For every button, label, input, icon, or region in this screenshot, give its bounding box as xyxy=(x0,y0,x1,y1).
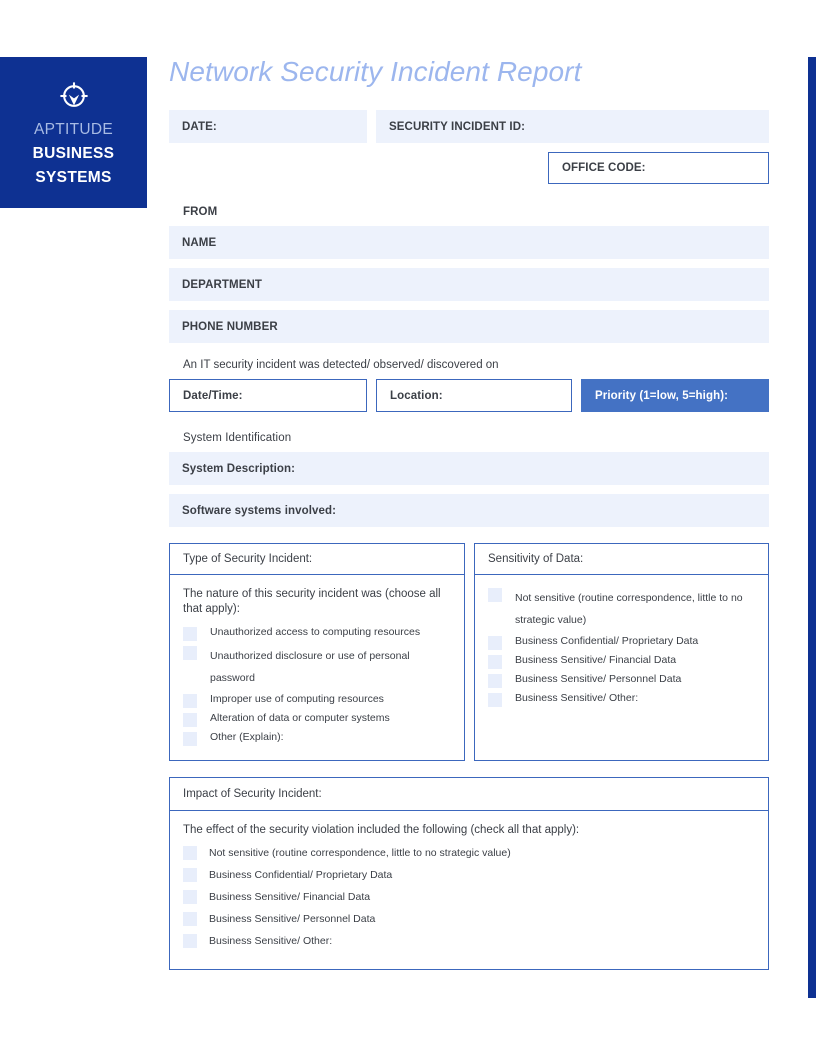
checkbox-icon[interactable] xyxy=(183,694,197,708)
checkbox-row[interactable]: Business Sensitive/ Financial Data xyxy=(183,889,755,906)
detection-row: Date/Time: Location: Priority (1=low, 5=… xyxy=(169,379,769,412)
checkbox-icon[interactable] xyxy=(183,890,197,904)
checkbox-row[interactable]: Not sensitive (routine correspondence, l… xyxy=(183,845,755,862)
department-field[interactable]: DEPARTMENT xyxy=(169,268,769,301)
checkbox-row[interactable]: Other (Explain): xyxy=(183,731,451,746)
detection-note: An IT security incident was detected/ ob… xyxy=(183,359,499,371)
priority-label: Priority (1=low, 5=high): xyxy=(595,389,729,402)
panel-row: Type of Security Incident: The nature of… xyxy=(169,543,769,761)
location-field[interactable]: Location: xyxy=(376,379,572,412)
brand-line-business: BUSINESS xyxy=(32,145,115,162)
checkbox-row[interactable]: Business Sensitive/ Other: xyxy=(488,692,755,707)
checkbox-label: Business Sensitive/ Personnel Data xyxy=(515,673,682,685)
type-panel-heading: Type of Security Incident: xyxy=(170,544,464,575)
impact-panel-options: Not sensitive (routine correspondence, l… xyxy=(183,845,755,950)
priority-field[interactable]: Priority (1=low, 5=high): xyxy=(581,379,769,412)
checkbox-label: Business Sensitive/ Other: xyxy=(209,935,333,947)
datetime-label: Date/Time: xyxy=(183,389,243,402)
checkbox-row[interactable]: Business Confidential/ Proprietary Data xyxy=(488,635,755,650)
sensitivity-panel-options: Not sensitive (routine correspondence, l… xyxy=(488,587,755,707)
checkbox-icon[interactable] xyxy=(488,636,502,650)
checkbox-row[interactable]: Not sensitive (routine correspondence, l… xyxy=(488,587,755,631)
checkbox-icon[interactable] xyxy=(183,912,197,926)
header-row-secondary: OFFICE CODE: xyxy=(169,152,769,184)
phone-number-label: PHONE NUMBER xyxy=(182,320,278,333)
checkbox-icon[interactable] xyxy=(183,846,197,860)
system-description-field[interactable]: System Description: xyxy=(169,452,769,485)
department-label: DEPARTMENT xyxy=(182,278,263,291)
checkbox-label: Not sensitive (routine correspondence, l… xyxy=(515,592,743,626)
type-panel-options: Unauthorized access to computing resourc… xyxy=(183,626,451,746)
checkbox-label: Other (Explain): xyxy=(210,731,284,743)
impact-of-security-incident-panel: Impact of Security Incident: The effect … xyxy=(169,777,769,970)
checkbox-label: Business Sensitive/ Other: xyxy=(515,692,639,704)
datetime-field[interactable]: Date/Time: xyxy=(169,379,367,412)
checkbox-icon[interactable] xyxy=(183,732,197,746)
checkbox-icon[interactable] xyxy=(183,868,197,882)
checkbox-icon[interactable] xyxy=(488,655,502,669)
date-field[interactable]: DATE: xyxy=(169,110,367,143)
page-title: Network Security Incident Report xyxy=(169,56,582,87)
checkbox-row[interactable]: Business Confidential/ Proprietary Data xyxy=(183,867,755,884)
checkbox-label: Business Confidential/ Proprietary Data xyxy=(209,869,393,881)
system-identification-heading: System Identification xyxy=(183,432,292,444)
brand-line-systems: SYSTEMS xyxy=(35,169,112,186)
checkbox-row[interactable]: Alteration of data or computer systems xyxy=(183,712,451,727)
checkbox-row[interactable]: Business Sensitive/ Financial Data xyxy=(488,654,755,669)
checkbox-row[interactable]: Business Sensitive/ Other: xyxy=(183,933,755,950)
checkbox-label: Business Sensitive/ Personnel Data xyxy=(209,913,376,925)
checkbox-icon[interactable] xyxy=(488,674,502,688)
checkbox-icon[interactable] xyxy=(183,713,197,727)
checkbox-icon[interactable] xyxy=(488,693,502,707)
document-body: Network Security Incident Report DATE: S… xyxy=(169,55,769,970)
type-of-security-incident-panel: Type of Security Incident: The nature of… xyxy=(169,543,465,761)
office-code-field[interactable]: OFFICE CODE: xyxy=(548,152,769,184)
checkbox-row[interactable]: Unauthorized disclosure or use of person… xyxy=(183,645,451,689)
sensitivity-panel-heading: Sensitivity of Data: xyxy=(475,544,768,575)
office-code-label: OFFICE CODE: xyxy=(562,162,646,174)
impact-panel-heading: Impact of Security Incident: xyxy=(170,778,768,811)
checkbox-row[interactable]: Improper use of computing resources xyxy=(183,693,451,708)
checkbox-label: Not sensitive (routine correspondence, l… xyxy=(209,847,511,859)
impact-panel-prompt: The effect of the security violation inc… xyxy=(183,824,580,836)
software-systems-label: Software systems involved: xyxy=(182,504,337,517)
type-panel-prompt: The nature of this security incident was… xyxy=(183,588,441,615)
name-field[interactable]: NAME xyxy=(169,226,769,259)
checkbox-icon[interactable] xyxy=(183,627,197,641)
checkbox-label: Business Sensitive/ Financial Data xyxy=(515,654,677,666)
checkbox-row[interactable]: Unauthorized access to computing resourc… xyxy=(183,626,451,641)
right-accent-bar xyxy=(808,57,816,998)
security-incident-id-label: SECURITY INCIDENT ID: xyxy=(389,120,526,133)
checkbox-label: Business Confidential/ Proprietary Data xyxy=(515,635,699,647)
location-label: Location: xyxy=(390,389,443,402)
checkbox-icon[interactable] xyxy=(488,588,502,602)
system-description-label: System Description: xyxy=(182,462,296,475)
sensitivity-panel-body: Not sensitive (routine correspondence, l… xyxy=(475,575,768,760)
checkbox-row[interactable]: Business Sensitive/ Personnel Data xyxy=(488,673,755,688)
security-incident-id-field[interactable]: SECURITY INCIDENT ID: xyxy=(376,110,769,143)
from-heading: FROM xyxy=(183,206,218,218)
brand-block: APTITUDE BUSINESS SYSTEMS xyxy=(0,57,147,208)
checkbox-label: Unauthorized access to computing resourc… xyxy=(210,626,421,638)
type-panel-body: The nature of this security incident was… xyxy=(170,575,464,760)
checkbox-icon[interactable] xyxy=(183,646,197,660)
checkbox-icon[interactable] xyxy=(183,934,197,948)
sensitivity-of-data-panel: Sensitivity of Data: Not sensitive (rout… xyxy=(474,543,769,761)
header-row-primary: DATE: SECURITY INCIDENT ID: xyxy=(169,110,769,143)
crosshair-target-icon xyxy=(59,82,88,107)
software-systems-field[interactable]: Software systems involved: xyxy=(169,494,769,527)
checkbox-row[interactable]: Business Sensitive/ Personnel Data xyxy=(183,911,755,928)
date-label: DATE: xyxy=(182,120,217,133)
checkbox-label: Unauthorized disclosure or use of person… xyxy=(210,650,410,684)
name-label: NAME xyxy=(182,236,217,249)
phone-number-field[interactable]: PHONE NUMBER xyxy=(169,310,769,343)
brand-line-aptitude: APTITUDE xyxy=(33,121,114,138)
impact-panel-body: The effect of the security violation inc… xyxy=(170,811,768,969)
checkbox-label: Improper use of computing resources xyxy=(210,693,384,705)
checkbox-label: Business Sensitive/ Financial Data xyxy=(209,891,371,903)
checkbox-label: Alteration of data or computer systems xyxy=(210,712,390,724)
